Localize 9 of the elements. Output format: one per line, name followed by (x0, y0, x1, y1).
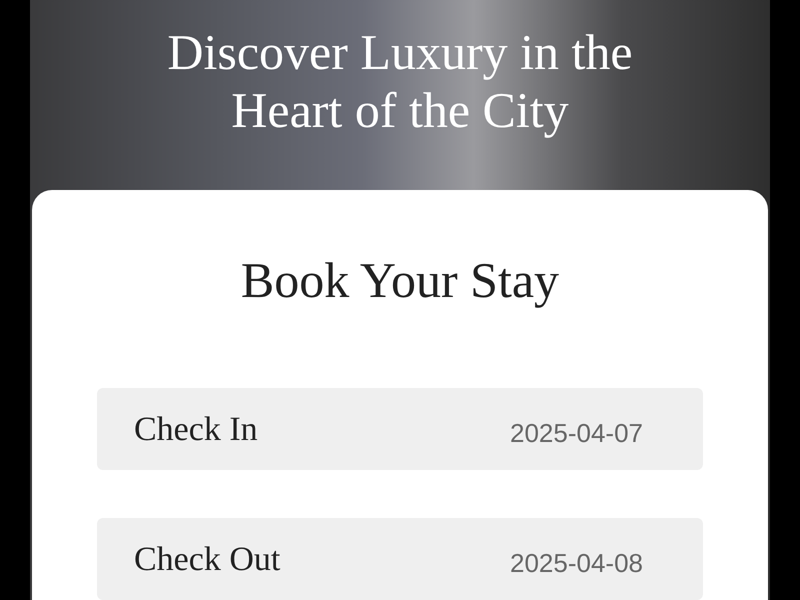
date-value: 2025-04-08 (510, 546, 643, 580)
hero-title: Heart of the City (231, 82, 569, 138)
field-label: Check In (134, 410, 258, 450)
booking-title: Book Your Stay (240, 251, 560, 310)
date-value: 2025-04-07 (510, 416, 643, 450)
hero-title: Discover Luxury in the (167, 24, 633, 80)
date-field[interactable]: Check Out 2025-04-08 (97, 518, 703, 600)
field-label: Check Out (134, 540, 280, 580)
date-field[interactable]: Check In 2025-04-07 (97, 388, 703, 470)
